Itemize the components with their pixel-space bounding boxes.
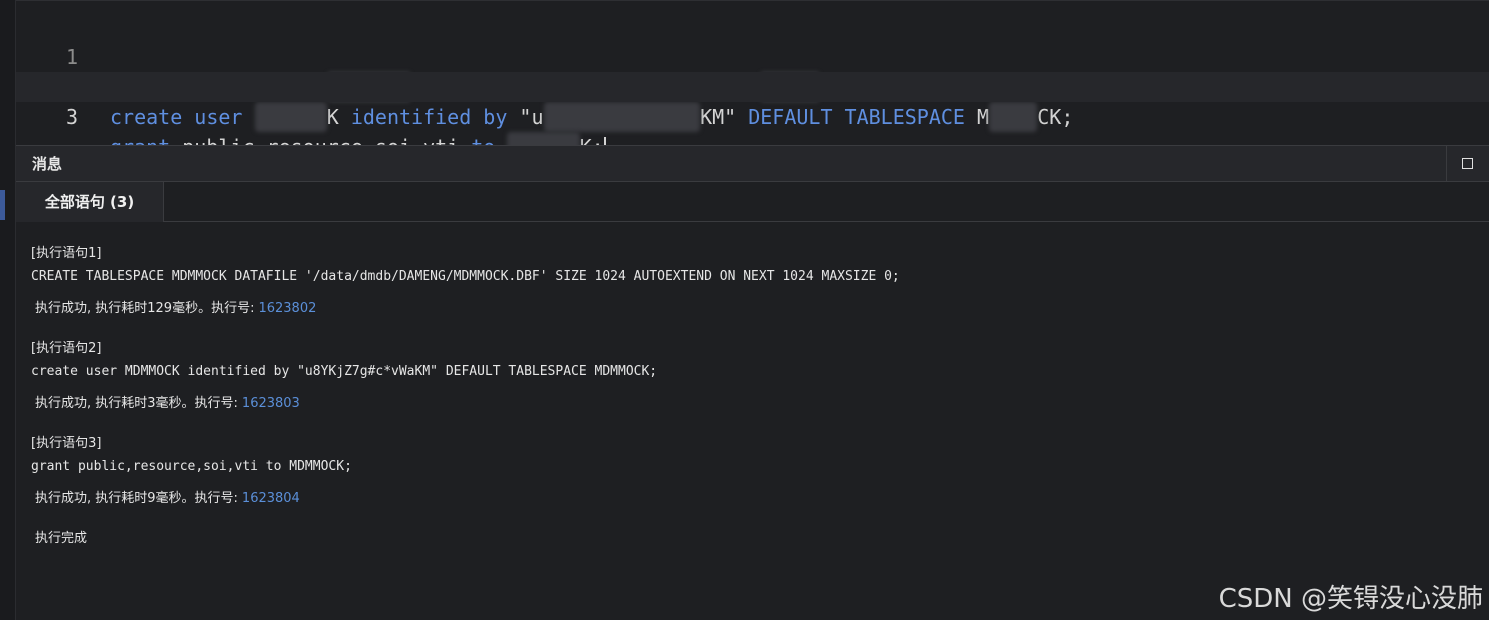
statement-result: 执行成功, 执行耗时129毫秒。执行号: 1623802	[35, 297, 316, 316]
active-indicator	[0, 190, 5, 220]
execution-done: 执行完成	[35, 531, 88, 546]
code-token: "u	[519, 105, 544, 129]
result-text: 执行成功, 执行耗时9毫秒。执行号:	[35, 491, 238, 506]
messages-tabbar: 全部语句 (3)	[16, 182, 1489, 222]
messages-output: [执行语句1] CREATE TABLESPACE MDMMOCK DATAFI…	[16, 222, 1489, 620]
watermark: CSDN @笑锝没心没肺	[1218, 584, 1483, 614]
statement-tag: [执行语句3]	[31, 436, 102, 451]
editor-line-2[interactable]: 2 create user MDMMOCK identified by "u8Y…	[16, 42, 1489, 132]
maximize-button[interactable]	[1446, 146, 1489, 182]
maximize-icon	[1462, 158, 1473, 169]
editor-line-1[interactable]: 1 CREATE TABLESPACE MDMMOCK DATAFILE '/d…	[16, 12, 1489, 102]
sql-editor[interactable]: 1 CREATE TABLESPACE MDMMOCK DATAFILE '/d…	[16, 0, 1489, 162]
code-token: DEFAULT TABLESPACE	[736, 105, 978, 129]
redacted-token: DMMO	[989, 102, 1038, 132]
statement-tag: [执行语句1]	[31, 246, 102, 261]
messages-panel-header: 消息	[16, 145, 1489, 182]
result-text: 执行成功, 执行耗时129毫秒。执行号:	[35, 301, 255, 316]
code-line[interactable]: create user MDMMOCK identified by "u8YKj…	[110, 102, 1073, 132]
statement-sql: create user MDMMOCK identified by "u8YKj…	[31, 364, 658, 379]
redacted-token: 8YKjZ7g#c*vWa	[543, 102, 701, 132]
code-token: K	[326, 105, 351, 129]
panel-title: 消息	[32, 155, 63, 173]
code-token: identified by	[350, 105, 520, 129]
code-token: CK;	[1037, 105, 1074, 129]
redacted-token: MDMMOC	[254, 102, 327, 132]
code-token: create user	[110, 105, 255, 129]
exec-id-link[interactable]: 1623804	[242, 491, 300, 506]
left-gutter	[0, 0, 16, 620]
exec-id-link[interactable]: 1623802	[258, 301, 316, 316]
code-token: M	[977, 105, 990, 129]
statement-sql: CREATE TABLESPACE MDMMOCK DATAFILE '/dat…	[31, 269, 900, 284]
code-token: KM"	[700, 105, 737, 129]
result-text: 执行成功, 执行耗时3毫秒。执行号:	[35, 396, 238, 411]
statement-tag: [执行语句2]	[31, 341, 102, 356]
statement-result: 执行成功, 执行耗时9毫秒。执行号: 1623804	[35, 487, 300, 506]
statement-result: 执行成功, 执行耗时3毫秒。执行号: 1623803	[35, 392, 300, 411]
line-number: 3	[65, 105, 78, 129]
tab-all-statements[interactable]: 全部语句 (3)	[16, 182, 164, 222]
editor-line-3[interactable]: 3 grant public,resource,soi,vti to MDMMO…	[16, 72, 1489, 162]
statement-sql: grant public,resource,soi,vti to MDMMOCK…	[31, 459, 352, 474]
exec-id-link[interactable]: 1623803	[242, 396, 300, 411]
